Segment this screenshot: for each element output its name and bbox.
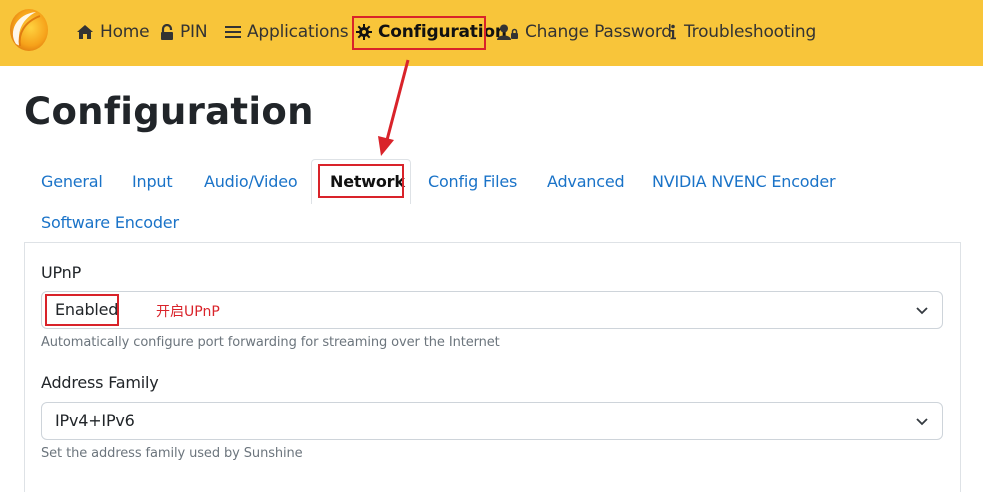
sunshine-logo[interactable] — [6, 6, 50, 54]
lock-icon — [161, 23, 173, 40]
nav-troubleshooting[interactable]: Troubleshooting — [668, 19, 816, 45]
home-icon — [77, 25, 93, 39]
chevron-down-icon — [916, 307, 928, 315]
nav-home-label: Home — [100, 22, 150, 42]
nav-pin[interactable]: PIN — [160, 19, 208, 45]
list-icon — [225, 26, 241, 38]
tab-software-encoder[interactable]: Software Encoder — [41, 213, 179, 232]
user-lock-icon — [497, 24, 518, 40]
upnp-annotation: 开启UPnP — [156, 304, 220, 320]
upnp-label: UPnP — [41, 263, 82, 282]
upnp-value-highlight — [45, 294, 119, 326]
top-navbar: Home PIN Applications Configuration Chan… — [0, 0, 983, 66]
nav-applications[interactable]: Applications — [225, 19, 349, 45]
nav-configuration-highlight — [352, 16, 486, 50]
info-icon — [670, 24, 676, 40]
upnp-help-text: Automatically configure port forwarding … — [41, 335, 500, 350]
page-title: Configuration — [24, 90, 314, 133]
tab-advanced[interactable]: Advanced — [547, 172, 625, 191]
nav-change-password[interactable]: Change Password — [497, 19, 672, 45]
tab-input[interactable]: Input — [132, 172, 173, 191]
nav-troubleshooting-label: Troubleshooting — [684, 22, 817, 42]
tab-audio-video[interactable]: Audio/Video — [204, 172, 298, 191]
address-family-select-value: IPv4+IPv6 — [55, 411, 135, 430]
address-family-help-text: Set the address family used by Sunshine — [41, 446, 303, 461]
tab-network-highlight — [318, 164, 404, 198]
tab-config-files[interactable]: Config Files — [428, 172, 517, 191]
nav-applications-label: Applications — [247, 22, 349, 42]
nav-change-password-label: Change Password — [525, 22, 672, 42]
chevron-down-icon — [916, 418, 928, 426]
nav-pin-label: PIN — [180, 22, 208, 42]
address-family-select[interactable]: IPv4+IPv6 — [41, 402, 943, 440]
address-family-label: Address Family — [41, 373, 159, 392]
tab-general[interactable]: General — [41, 172, 103, 191]
nav-home[interactable]: Home — [76, 19, 150, 45]
tab-nvidia-nvenc-encoder[interactable]: NVIDIA NVENC Encoder — [652, 172, 836, 191]
